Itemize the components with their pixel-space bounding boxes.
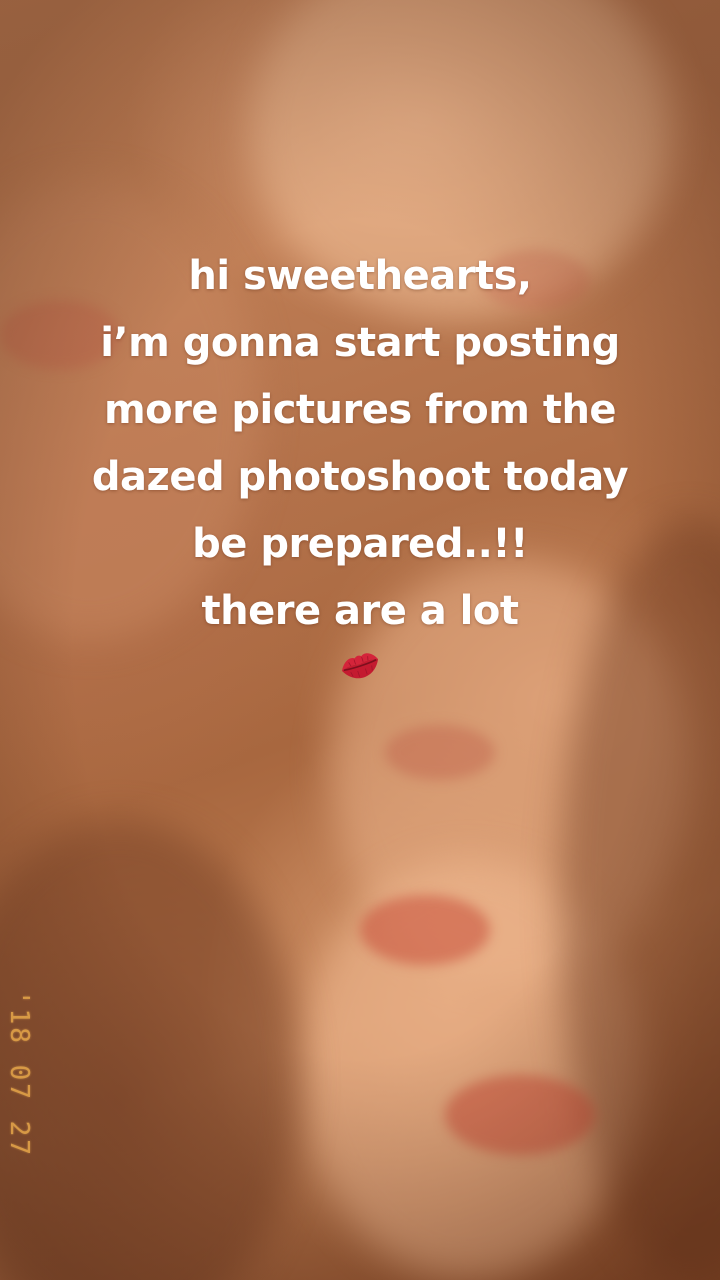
caption-line: be prepared..!! <box>192 521 528 567</box>
date-stamp: '18 07 27 <box>4 990 34 1158</box>
story-screen[interactable]: hi sweethearts, i’m gonna start posting … <box>0 0 720 1280</box>
caption-line: i’m gonna start posting <box>100 320 620 366</box>
story-caption: hi sweethearts, i’m gonna start posting … <box>40 243 680 685</box>
caption-line: more pictures from the <box>103 387 617 433</box>
caption-line: hi sweethearts, <box>188 253 532 299</box>
caption-line: there are a lot <box>201 588 519 634</box>
kiss-mark-icon <box>341 653 379 679</box>
caption-line: dazed photoshoot today <box>91 454 629 500</box>
